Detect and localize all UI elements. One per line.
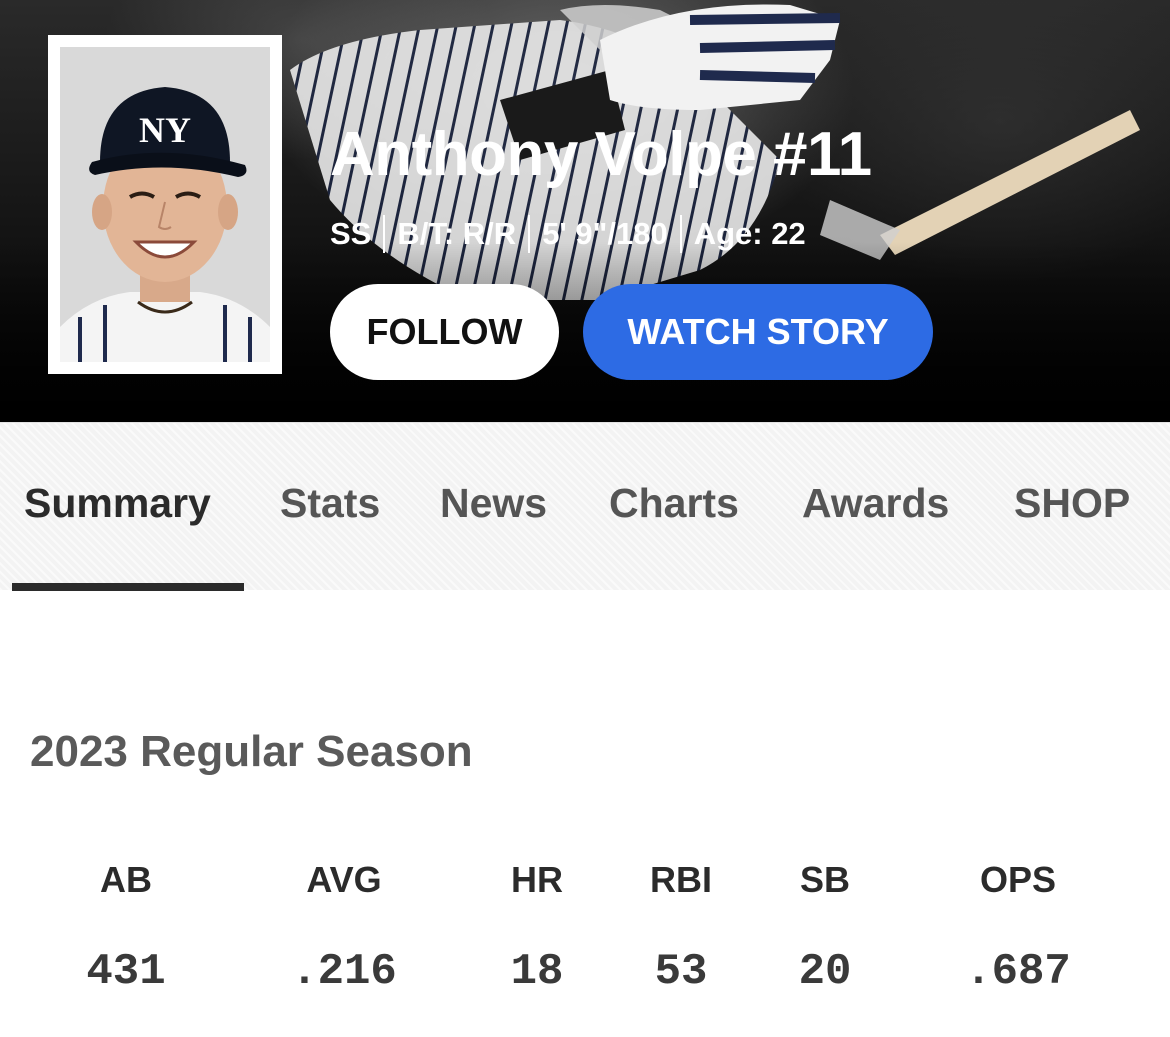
stat-label-avg: AVG — [306, 859, 382, 900]
stat-label-rbi: RBI — [650, 859, 712, 900]
player-portrait: NY — [60, 47, 270, 362]
tab-summary[interactable]: Summary — [24, 483, 211, 524]
stat-label-sb: SB — [799, 859, 851, 900]
tab-charts[interactable]: Charts — [609, 483, 739, 524]
tab-news[interactable]: News — [440, 483, 547, 524]
tab-awards[interactable]: Awards — [802, 483, 949, 524]
player-hero: NY Anthony Volpe #11 SS B/T: R/R 5' 9"/1… — [0, 0, 1170, 422]
player-bats-throws: B/T: R/R — [397, 216, 517, 251]
stat-label-hr: HR — [511, 859, 563, 900]
stat-value-ops: .687 — [965, 947, 1071, 997]
meta-divider — [528, 215, 531, 253]
watch-story-button[interactable]: WATCH STORY — [583, 284, 933, 380]
tab-shop[interactable]: SHOP — [1014, 483, 1130, 524]
headshot-image: NY — [60, 47, 270, 362]
player-position: SS — [330, 216, 372, 251]
stat-value-rbi: 53 — [654, 947, 708, 997]
player-headshot: NY — [48, 35, 282, 374]
stat-value-sb: 20 — [798, 947, 852, 997]
tab-stats[interactable]: Stats — [280, 483, 380, 524]
player-tabs: Summary Stats News Charts Awards SHOP — [0, 422, 1170, 591]
player-height-weight: 5' 9"/180 — [542, 216, 668, 251]
player-age: Age: 22 — [693, 216, 806, 251]
meta-divider — [383, 215, 386, 253]
stat-label-ab: AB — [100, 859, 152, 900]
stat-label-ops: OPS — [979, 859, 1057, 900]
player-name: Anthony Volpe #11 — [330, 120, 872, 189]
active-tab-indicator — [12, 583, 244, 591]
stat-value-ab: 431 — [86, 947, 166, 997]
meta-divider — [679, 215, 682, 253]
follow-button[interactable]: FOLLOW — [330, 284, 559, 380]
stat-value-hr: 18 — [510, 947, 564, 997]
stat-value-avg: .216 — [291, 947, 397, 997]
season-title: 2023 Regular Season — [30, 727, 473, 776]
cap-logo: NY — [139, 110, 191, 150]
player-bio-line: SS B/T: R/R 5' 9"/180 Age: 22 — [330, 214, 806, 254]
